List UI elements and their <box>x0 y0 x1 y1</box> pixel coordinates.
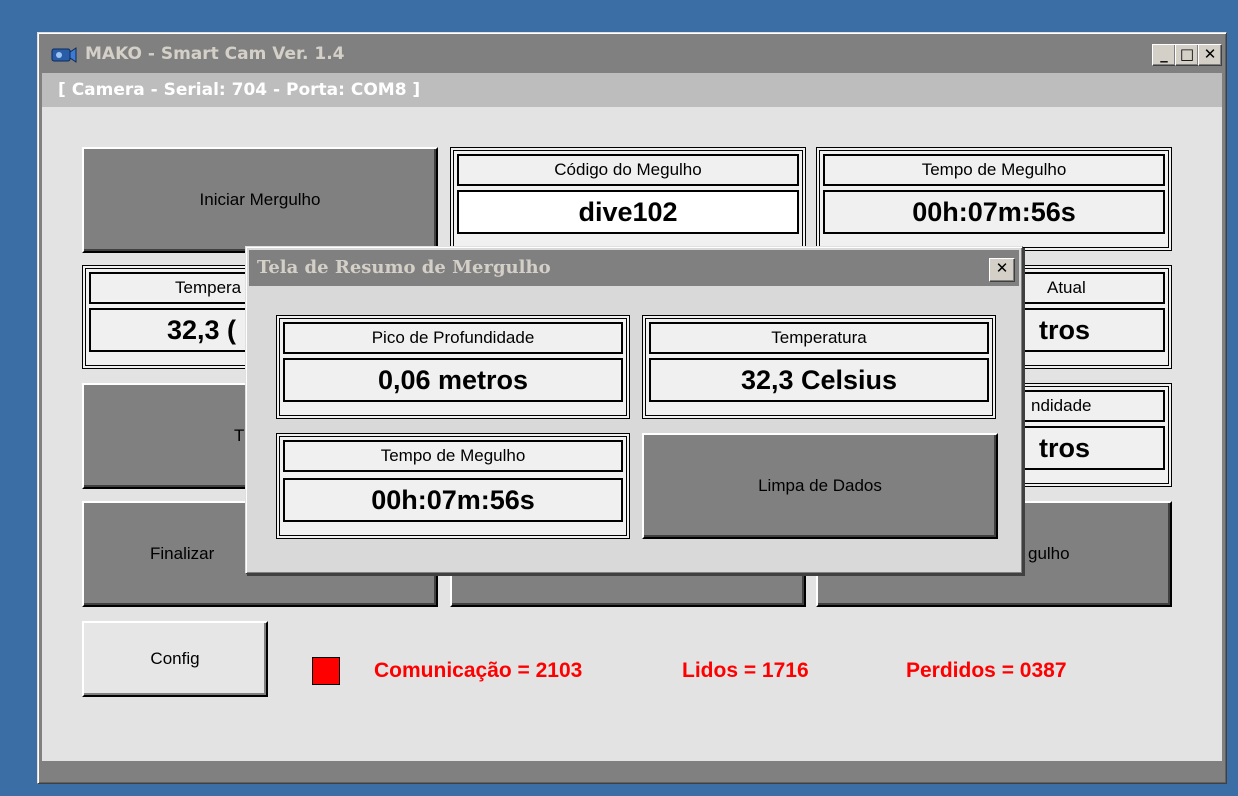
minimize-button[interactable]: _ <box>1152 44 1176 66</box>
dialog-temperature-label: Temperatura <box>649 322 989 354</box>
camera-info-header: [ Camera - Serial: 704 - Porta: COM8 ] <box>42 73 1222 107</box>
dive-code-label: Código do Megulho <box>457 154 799 186</box>
status-strip <box>42 763 1222 779</box>
finish-dive-label: Finalizar <box>150 544 215 563</box>
close-button[interactable]: ✕ <box>1198 44 1222 66</box>
dialog-dive-time-label: Tempo de Megulho <box>283 440 623 472</box>
dialog-temperature-panel: Temperatura 32,3 Celsius <box>642 315 996 419</box>
lost-count: Perdidos = 0387 <box>906 659 1067 682</box>
right-bottom-label: gulho <box>1028 544 1070 563</box>
dialog-peak-depth-label: Pico de Profundidade <box>283 322 623 354</box>
title-bar[interactable]: MAKO - Smart Cam Ver. 1.4 _ □ ✕ <box>41 36 1223 72</box>
dialog-peak-depth-value: 0,06 metros <box>283 358 623 402</box>
close-icon: ✕ <box>1203 45 1217 63</box>
dialog-peak-depth-panel: Pico de Profundidade 0,06 metros <box>276 315 630 419</box>
camera-icon <box>51 47 77 63</box>
config-label: Config <box>150 649 200 668</box>
dialog-title-bar[interactable]: Tela de Resumo de Mergulho ✕ <box>249 250 1019 286</box>
maximize-icon: □ <box>1179 45 1195 63</box>
dive-time-label: Tempo de Megulho <box>823 154 1165 186</box>
communication-count: Comunicação = 2103 <box>374 659 583 682</box>
dive-code-value[interactable]: dive102 <box>457 190 799 234</box>
maximize-button[interactable]: □ <box>1175 44 1199 66</box>
close-icon: ✕ <box>995 259 1009 277</box>
dialog-close-button[interactable]: ✕ <box>989 258 1015 282</box>
dialog-dive-time-value: 00h:07m:56s <box>283 478 623 522</box>
dive-time-panel: Tempo de Megulho 00h:07m:56s <box>816 147 1172 251</box>
middle-left-label: T <box>234 426 245 445</box>
config-button[interactable]: Config <box>82 621 268 697</box>
dialog-dive-time-panel: Tempo de Megulho 00h:07m:56s <box>276 433 630 539</box>
connection-status-indicator <box>312 657 340 685</box>
dialog-temperature-value: 32,3 Celsius <box>649 358 989 402</box>
dive-summary-dialog: Tela de Resumo de Mergulho ✕ Pico de Pro… <box>245 246 1023 574</box>
dive-code-panel: Código do Megulho dive102 <box>450 147 806 251</box>
read-count: Lidos = 1716 <box>682 659 809 682</box>
clear-data-label: Limpa de Dados <box>758 476 882 495</box>
window-title: MAKO - Smart Cam Ver. 1.4 <box>85 44 345 64</box>
start-dive-label: Iniciar Mergulho <box>199 190 321 209</box>
start-dive-button[interactable]: Iniciar Mergulho <box>82 147 438 253</box>
dive-time-value: 00h:07m:56s <box>823 190 1165 234</box>
clear-data-button[interactable]: Limpa de Dados <box>642 433 998 539</box>
dialog-title: Tela de Resumo de Mergulho <box>257 257 551 278</box>
minimize-icon: _ <box>1160 45 1168 63</box>
